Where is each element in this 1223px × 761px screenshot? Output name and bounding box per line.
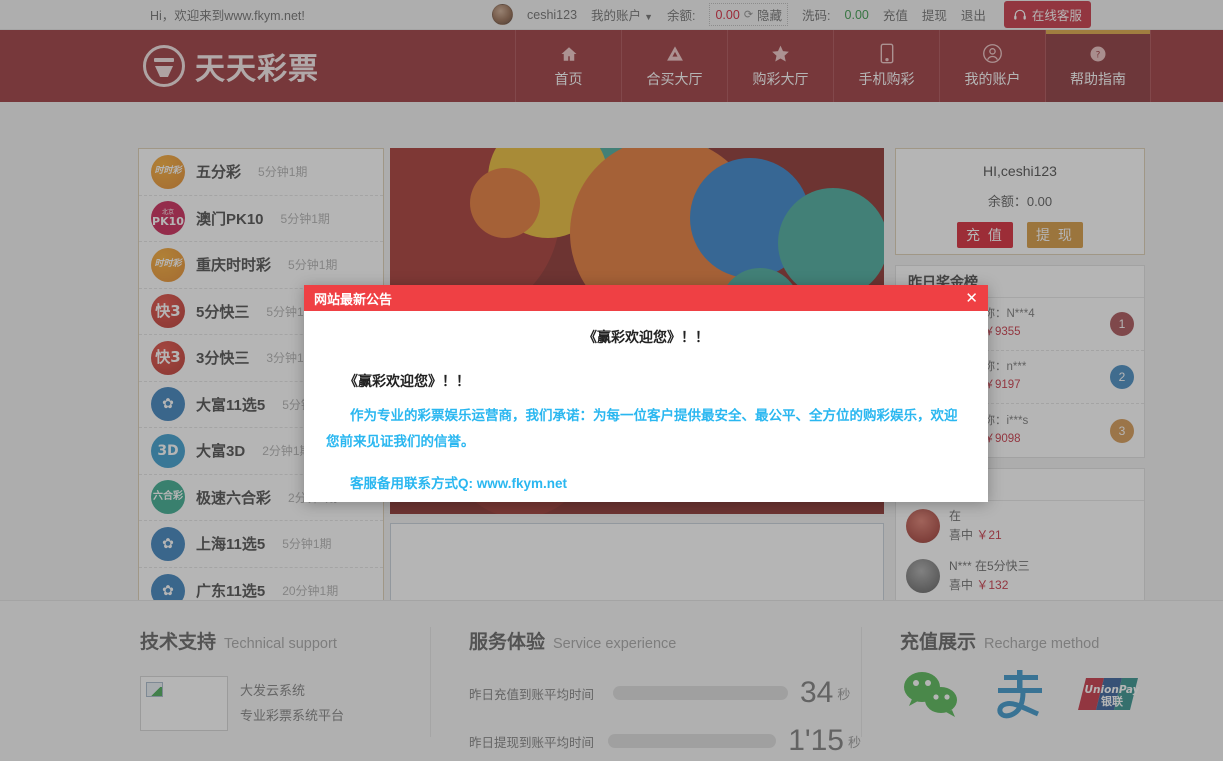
modal-paragraph-1: 《赢彩欢迎您》！！ bbox=[326, 371, 966, 391]
modal-heading: 《赢彩欢迎您》！！ bbox=[326, 327, 966, 347]
modal-title: 网站最新公告 bbox=[314, 289, 392, 308]
modal-header: 网站最新公告 ✕ bbox=[304, 285, 988, 311]
modal-paragraph-3: 客服备用联系方式Q: www.fkym.net bbox=[326, 472, 966, 492]
announcement-modal: 网站最新公告 ✕ 《赢彩欢迎您》！！ 《赢彩欢迎您》！！ 作为专业的彩票娱乐运营… bbox=[304, 285, 988, 502]
page-root: Hi，欢迎来到www.fkym.net! ceshi123 我的账户▼ 余额: … bbox=[0, 0, 1223, 761]
modal-paragraph-2: 作为专业的彩票娱乐运营商，我们承诺：为每一位客户提供最安全、最公平、全方位的购彩… bbox=[326, 403, 966, 456]
close-icon[interactable]: ✕ bbox=[965, 291, 978, 306]
modal-body: 《赢彩欢迎您》！！ 《赢彩欢迎您》！！ 作为专业的彩票娱乐运营商，我们承诺：为每… bbox=[304, 311, 988, 492]
